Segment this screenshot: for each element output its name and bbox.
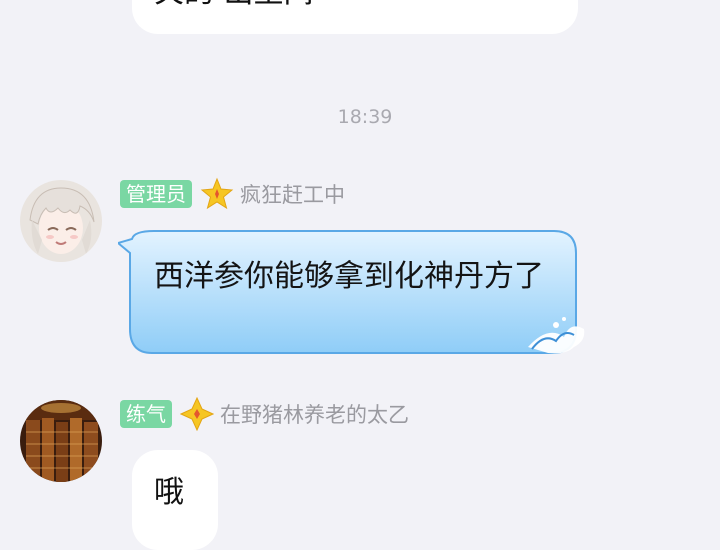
sender-nickname-member: 在野猪林养老的太乙 [220,403,409,427]
message-text-member: 哦 [154,475,184,510]
message-timestamp: 18:39 [337,106,393,128]
anime-avatar-image [20,180,102,262]
sender-info-admin: 管理员 疯狂赶工中 [120,177,345,211]
role-badge-admin: 管理员 [120,180,192,208]
message-bubble-member[interactable]: 哦 [132,450,218,550]
message-bubble-admin[interactable]: 西洋参你能够拿到化神丹方了 [118,229,586,357]
message-text-admin: 西洋参你能够拿到化神丹方了 [154,259,544,294]
role-badge-member: 练气 [120,400,172,428]
avatar-admin[interactable] [20,180,102,262]
avatar-member[interactable] [20,400,102,482]
previous-message-bubble[interactable]: 关的 出生间 [132,0,578,34]
sender-nickname-admin: 疯狂赶工中 [240,183,345,207]
library-avatar-image [20,400,102,482]
gold-star-icon [200,177,234,211]
sender-info-member: 练气 在野猪林养老的太乙 [120,397,409,431]
gold-diamond-star-icon [180,397,214,431]
previous-message-text: 关的 出生间 [154,0,556,14]
